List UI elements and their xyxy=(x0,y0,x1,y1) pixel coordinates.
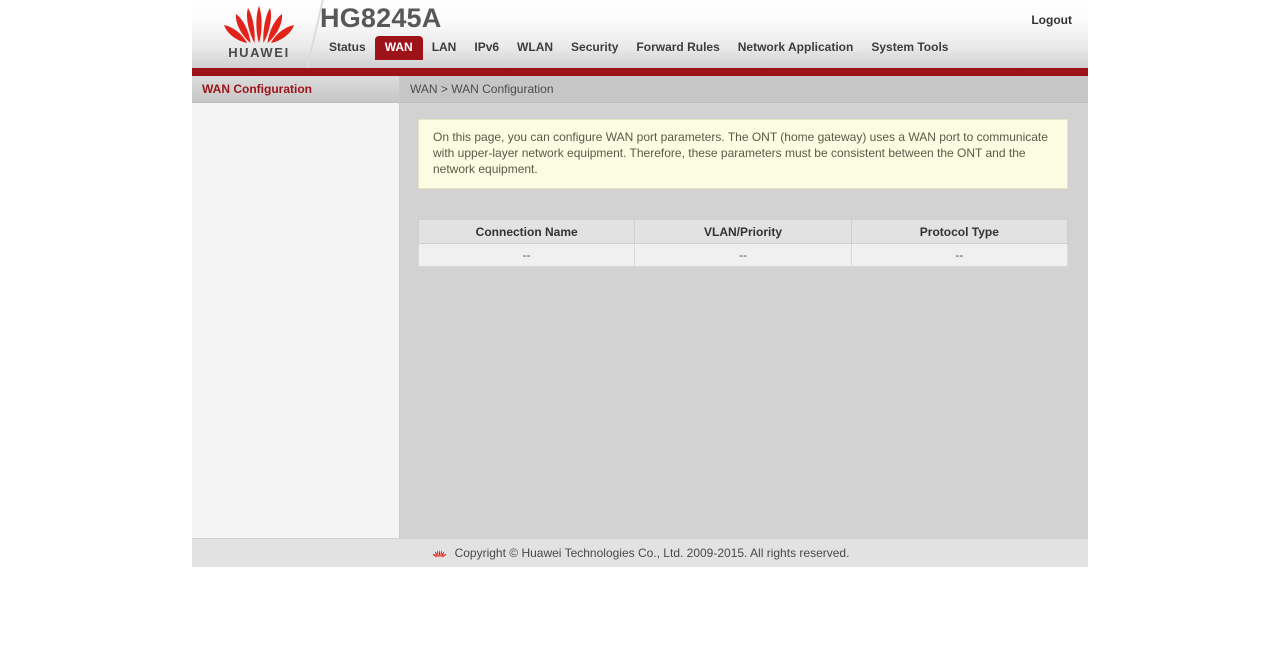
page-header: HUAWEI HG8245A Logout Status WAN LAN IPv… xyxy=(192,0,1088,68)
page-footer: Copyright © Huawei Technologies Co., Ltd… xyxy=(192,538,1088,567)
huawei-wordmark: HUAWEI xyxy=(228,45,290,60)
content-area: WAN > WAN Configuration On this page, yo… xyxy=(400,76,1088,538)
table-header-row: Connection Name VLAN/Priority Protocol T… xyxy=(417,219,1069,244)
sidebar: WAN Configuration xyxy=(192,76,400,538)
table-row[interactable]: -- -- -- xyxy=(417,243,1069,267)
nav-tab-lan[interactable]: LAN xyxy=(423,36,466,60)
column-header-protocol-type: Protocol Type xyxy=(850,219,1069,244)
nav-tab-security[interactable]: Security xyxy=(562,36,627,60)
page-title: HG8245A xyxy=(320,3,442,33)
page-body: WAN Configuration WAN > WAN Configuratio… xyxy=(192,76,1088,538)
nav-tab-forward-rules[interactable]: Forward Rules xyxy=(627,36,728,60)
nav-tab-network-application[interactable]: Network Application xyxy=(729,36,863,60)
logout-button[interactable]: Logout xyxy=(1031,13,1072,27)
column-header-vlan-priority: VLAN/Priority xyxy=(634,219,852,244)
sidebar-item-wan-configuration[interactable]: WAN Configuration xyxy=(192,76,399,103)
main-navigation: Status WAN LAN IPv6 WLAN Security Forwar… xyxy=(320,36,957,60)
wan-connection-table: Connection Name VLAN/Priority Protocol T… xyxy=(417,219,1069,267)
column-header-connection-name: Connection Name xyxy=(417,219,636,244)
cell-vlan-priority: -- xyxy=(634,243,852,267)
nav-tab-status[interactable]: Status xyxy=(320,36,375,60)
info-notice: On this page, you can configure WAN port… xyxy=(418,119,1068,189)
huawei-flower-icon xyxy=(224,6,294,43)
nav-tab-wlan[interactable]: WLAN xyxy=(508,36,562,60)
nav-accent-bar xyxy=(192,68,1088,76)
nav-tab-ipv6[interactable]: IPv6 xyxy=(465,36,508,60)
cell-protocol-type: -- xyxy=(850,243,1069,267)
copyright-text: Copyright © Huawei Technologies Co., Ltd… xyxy=(454,546,850,560)
nav-tab-wan[interactable]: WAN xyxy=(374,36,423,60)
huawei-footer-icon xyxy=(432,549,446,557)
content-inner: On this page, you can configure WAN port… xyxy=(400,103,1088,267)
breadcrumb: WAN > WAN Configuration xyxy=(400,76,1088,103)
huawei-logo: HUAWEI xyxy=(204,2,314,62)
router-admin-page: HUAWEI HG8245A Logout Status WAN LAN IPv… xyxy=(192,0,1088,567)
cell-connection-name: -- xyxy=(417,243,636,267)
nav-tab-system-tools[interactable]: System Tools xyxy=(862,36,957,60)
